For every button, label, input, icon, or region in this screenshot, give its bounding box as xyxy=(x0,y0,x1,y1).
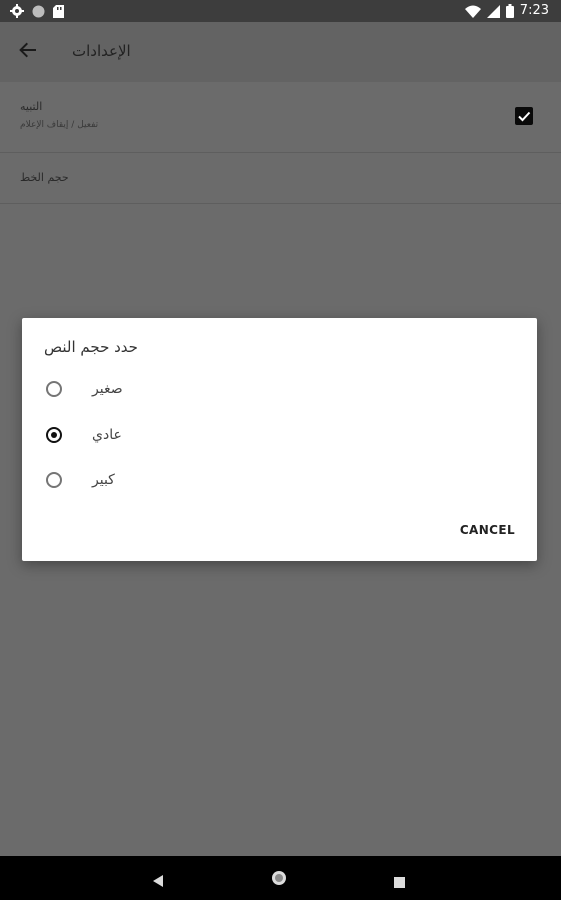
option-large[interactable]: كبير xyxy=(44,464,264,500)
page-title: الإعدادات xyxy=(72,42,131,60)
wifi-icon xyxy=(464,5,481,18)
pref-notification-row[interactable]: التبيه تفعيل / إيقاف الإعلام xyxy=(0,82,561,153)
status-right-icons: 7:23 xyxy=(464,3,549,19)
app-bar: الإعدادات xyxy=(0,22,561,82)
back-button[interactable] xyxy=(18,40,46,64)
pref-notification-title: التبيه xyxy=(20,100,43,113)
check-icon xyxy=(515,110,533,129)
status-bar: 7:23 xyxy=(0,0,561,22)
nav-recents-button[interactable] xyxy=(394,873,405,892)
status-left-icons xyxy=(10,4,64,18)
radio-large[interactable] xyxy=(46,472,62,488)
clock-time: 7:23 xyxy=(519,3,549,18)
battery-icon xyxy=(505,4,514,18)
back-triangle-icon xyxy=(152,872,164,891)
home-circle-icon xyxy=(271,871,287,890)
option-normal-label: عادي xyxy=(92,427,122,443)
settings-list: التبيه تفعيل / إيقاف الإعلام حجم الخط xyxy=(0,82,561,204)
circle-icon xyxy=(32,5,45,18)
radio-small[interactable] xyxy=(46,381,62,397)
option-small-label: صغير xyxy=(92,381,123,397)
arrow-back-icon xyxy=(18,42,38,64)
sd-card-icon xyxy=(53,4,64,18)
signal-icon xyxy=(486,4,500,18)
dialog-title: حدد حجم النص xyxy=(44,338,138,356)
pref-font-size-row[interactable]: حجم الخط xyxy=(0,153,561,204)
notification-checkbox[interactable] xyxy=(515,107,533,125)
gear-icon xyxy=(10,4,24,18)
navigation-bar xyxy=(0,856,561,900)
option-small[interactable]: صغير xyxy=(44,373,264,409)
cancel-button[interactable]: CANCEL xyxy=(460,523,515,537)
option-normal[interactable]: عادي xyxy=(44,419,264,455)
pref-font-size-title: حجم الخط xyxy=(20,171,69,184)
nav-home-button[interactable] xyxy=(271,870,287,890)
text-size-dialog: حدد حجم النص صغير عادي كبير CANCEL xyxy=(22,318,537,561)
option-large-label: كبير xyxy=(92,472,115,488)
radio-normal[interactable] xyxy=(46,427,62,443)
pref-notification-subtitle: تفعيل / إيقاف الإعلام xyxy=(20,120,99,130)
nav-back-button[interactable] xyxy=(152,872,164,891)
recents-square-icon xyxy=(394,873,405,892)
